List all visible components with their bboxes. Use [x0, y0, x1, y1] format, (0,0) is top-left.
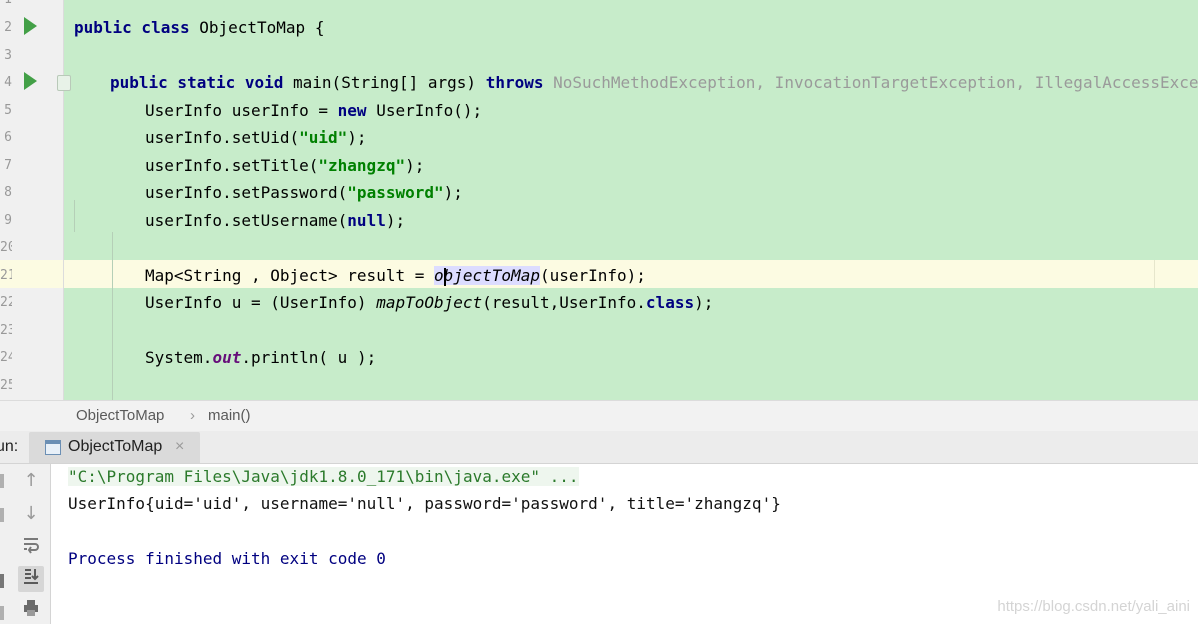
- run-panel-label: un:: [0, 438, 19, 455]
- string-literal: "zhangzq": [318, 156, 406, 175]
- print-icon[interactable]: [18, 598, 44, 624]
- exception-name: IllegalAccessException,: [1034, 73, 1198, 92]
- code-line-objecttomap[interactable]: Map<String , Object> result = objectToMa…: [145, 262, 646, 289]
- static-field: out: [212, 348, 242, 367]
- breadcrumb-class[interactable]: ObjectToMap: [76, 407, 164, 424]
- toolbar-edge-marker: [0, 474, 4, 488]
- code-text: );: [347, 128, 367, 147]
- arrow-up-icon[interactable]: ↑: [18, 468, 44, 494]
- run-toolbar: ↑ ↓: [0, 464, 51, 624]
- run-class-icon[interactable]: [24, 17, 37, 35]
- code-line-main[interactable]: public static void main(String[] args) t…: [110, 69, 1198, 96]
- breadcrumb-separator-icon: ›: [190, 407, 195, 424]
- code-line-setpassword[interactable]: userInfo.setPassword("password");: [145, 179, 463, 206]
- code-text: o: [433, 266, 444, 285]
- line-number: 23: [0, 323, 12, 338]
- keyword: new: [337, 101, 367, 120]
- exception-name: NoSuchMethodException,: [543, 73, 766, 92]
- exception-name: InvocationTargetException,: [765, 73, 1026, 92]
- code-text: userInfo.setPassword(: [145, 183, 348, 202]
- console-exit-line: Process finished with exit code 0: [68, 549, 386, 568]
- code-line-println[interactable]: System.out.println( u );: [145, 344, 376, 371]
- run-tab[interactable]: ObjectToMap ×: [29, 432, 200, 463]
- run-panel-header: un: ObjectToMap ×: [0, 431, 1198, 464]
- run-main-icon[interactable]: [24, 72, 37, 90]
- line-number: 1: [0, 0, 12, 13]
- run-tab-label: ObjectToMap: [68, 438, 163, 455]
- toolbar-edge-marker: [0, 574, 4, 588]
- line-number: 4: [4, 75, 12, 90]
- keyword: throws: [485, 73, 544, 92]
- code-text: UserInfo u = (UserInfo): [145, 293, 377, 312]
- code-text: main(String[] args): [283, 73, 486, 92]
- code-line-class[interactable]: public class ObjectToMap {: [74, 14, 324, 41]
- code-text: UserInfo();: [366, 101, 483, 120]
- code-text: );: [405, 156, 425, 175]
- right-margin-guide: [1154, 260, 1155, 288]
- toolbar-edge-marker: [0, 606, 4, 620]
- code-text: );: [385, 211, 406, 230]
- code-line-setusername[interactable]: userInfo.setUsername(null);: [145, 207, 405, 234]
- code-text: System.: [145, 348, 213, 367]
- code-line-new[interactable]: UserInfo userInfo = new UserInfo();: [145, 97, 482, 124]
- string-literal: "password": [347, 183, 444, 202]
- indent-guide: [112, 232, 113, 400]
- code-text: (result,UserInfo.: [482, 293, 646, 312]
- code-text: userInfo.setUid(: [145, 128, 300, 147]
- code-text: );: [694, 293, 714, 312]
- breadcrumb-method[interactable]: main(): [208, 407, 251, 424]
- toolbar-edge-marker: [0, 508, 4, 522]
- code-line-maptoobject[interactable]: UserInfo u = (UserInfo) mapToObject(resu…: [145, 289, 713, 316]
- console-output-line: UserInfo{uid='uid', username='null', pas…: [68, 494, 781, 513]
- line-number: 22: [0, 295, 12, 310]
- line-number: 8: [4, 185, 12, 200]
- indent-guide: [74, 200, 75, 232]
- editor-gutter[interactable]: 1 2 3 4 5 6 7 8 9 20 21 22 23 24 25: [0, 0, 64, 400]
- code-text: userInfo.setTitle(: [145, 156, 319, 175]
- code-text: (userInfo);: [539, 266, 646, 285]
- application-window-icon: [45, 440, 61, 455]
- line-number: 3: [4, 48, 12, 63]
- code-text: ObjectToMap {: [189, 18, 325, 37]
- line-number: 6: [4, 130, 12, 145]
- arrow-down-icon[interactable]: ↓: [18, 501, 44, 527]
- line-number: 7: [4, 158, 12, 173]
- soft-wrap-icon[interactable]: [18, 534, 44, 560]
- line-number: 9: [4, 213, 12, 228]
- string-literal: "uid": [299, 128, 348, 147]
- line-number: 21: [0, 268, 12, 283]
- line-number: 5: [4, 103, 12, 118]
- code-text: userInfo.setUsername(: [145, 211, 348, 230]
- code-text: .println( u );: [241, 348, 377, 367]
- scroll-to-end-icon[interactable]: [18, 566, 44, 592]
- method-call: mapToObject: [376, 293, 483, 312]
- fold-marker-icon[interactable]: [57, 75, 71, 91]
- keyword: public class: [74, 18, 190, 37]
- keyword: public static void: [110, 73, 284, 92]
- code-text: );: [443, 183, 463, 202]
- code-text: bjectToMap: [443, 266, 540, 285]
- keyword: class: [645, 293, 695, 312]
- line-number: 24: [0, 350, 12, 365]
- console-command-line: "C:\Program Files\Java\jdk1.8.0_171\bin\…: [68, 467, 579, 486]
- code-editor[interactable]: 1 2 3 4 5 6 7 8 9 20 21 22 23 24 25 publ…: [0, 0, 1198, 400]
- close-icon[interactable]: ×: [175, 438, 184, 456]
- code-text: UserInfo userInfo =: [145, 101, 338, 120]
- line-number: 25: [0, 378, 12, 393]
- line-number: 2: [4, 20, 12, 35]
- method-call-highlight[interactable]: objectToMap: [433, 266, 540, 286]
- breadcrumb: ObjectToMap › main(): [0, 400, 1198, 432]
- line-number: 20: [0, 240, 12, 255]
- code-line-settitle[interactable]: userInfo.setTitle("zhangzq");: [145, 152, 424, 179]
- keyword: null: [347, 211, 386, 230]
- code-line-setuid[interactable]: userInfo.setUid("uid");: [145, 124, 367, 151]
- watermark: https://blog.csdn.net/yali_aini: [997, 598, 1190, 615]
- code-text: Map<String , Object> result =: [145, 266, 434, 285]
